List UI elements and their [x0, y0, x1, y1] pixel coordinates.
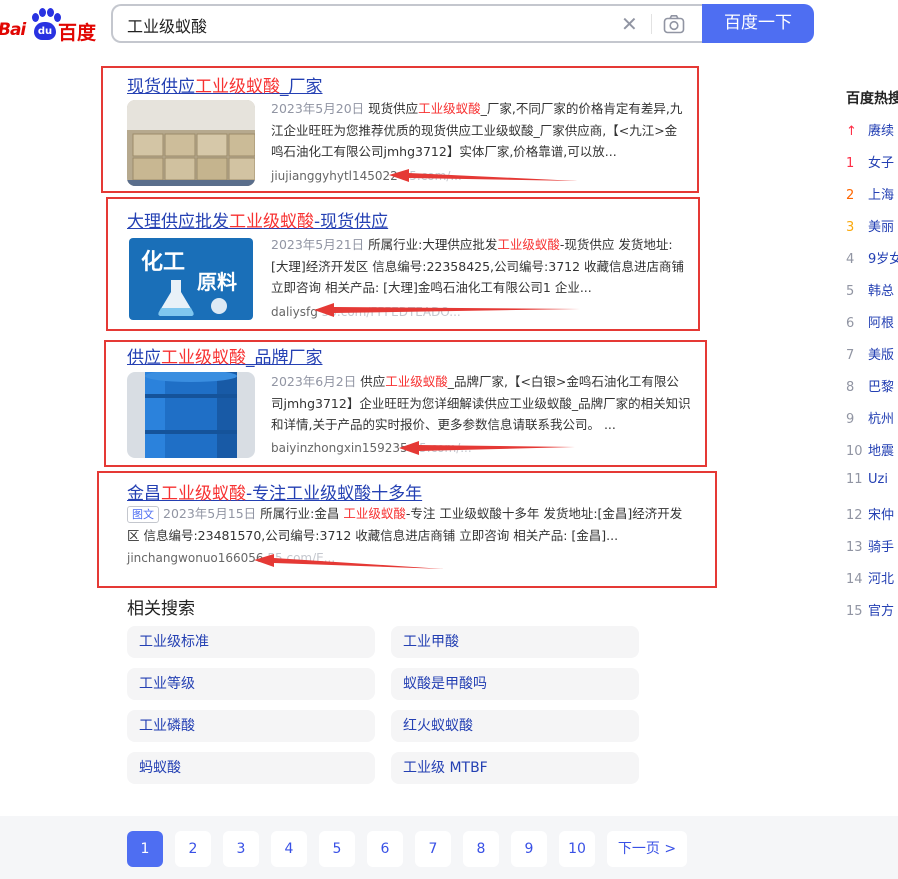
page-button-1[interactable]: 1 [127, 831, 163, 867]
result-thumbnail[interactable]: 化工 原料 [127, 236, 255, 322]
hot-item[interactable]: 14 河北 [846, 568, 894, 587]
hot-item[interactable]: 4 9岁女 [846, 248, 898, 267]
hot-item[interactable]: 1 女子 [846, 152, 894, 171]
result-abstract: 2023年6月2日 供应工业级蚁酸_品牌厂家,【<白银>金鸣石油化工有限公司jm… [271, 374, 691, 432]
related-item[interactable]: 工业甲酸 [391, 626, 639, 658]
related-item[interactable]: 工业级 MTBF [391, 752, 639, 784]
related-item[interactable]: 工业磷酸 [127, 710, 375, 742]
page-button-3[interactable]: 3 [223, 831, 259, 867]
hot-item[interactable]: 3 美丽 [846, 216, 894, 235]
search-button[interactable]: 百度一下 [702, 4, 814, 43]
hot-item[interactable]: ↑ 赓续 [846, 120, 894, 139]
page-button-7[interactable]: 7 [415, 831, 451, 867]
search-box: ✕ [111, 4, 703, 43]
logo-du-text: du [34, 22, 56, 40]
annotation-arrow [399, 441, 575, 455]
page-button-8[interactable]: 8 [463, 831, 499, 867]
baidu-results-page: Bai du 百度 ✕ 百度一下 现货供应工业级蚁酸_厂家 [0, 0, 898, 879]
page-button-10[interactable]: 10 [559, 831, 595, 867]
search-divider [651, 14, 652, 34]
result-title[interactable]: 现货供应工业级蚁酸_厂家 [127, 72, 323, 97]
hot-item[interactable]: 8 巴黎 [846, 376, 894, 395]
next-page-button[interactable]: 下一页 > [607, 831, 687, 867]
result-abstract: 2023年5月20日 现货供应工业级蚁酸_厂家,不同厂家的价格肯定有差异,九江企… [271, 101, 683, 159]
page-button-6[interactable]: 6 [367, 831, 403, 867]
result-abstract: 图文 2023年5月15日 所属行业:金昌 工业级蚁酸-专注 工业级蚁酸十多年 发… [127, 506, 683, 543]
hot-item[interactable]: 7 美版 [846, 344, 894, 363]
clear-icon[interactable]: ✕ [621, 12, 638, 36]
related-searches-title: 相关搜索 [127, 599, 195, 619]
result-title[interactable]: 供应工业级蚁酸_品牌厂家 [127, 343, 323, 368]
hot-item[interactable]: 11 Uzi [846, 472, 888, 487]
hot-item[interactable]: 10 地震 [846, 440, 894, 459]
result-title[interactable]: 大理供应批发工业级蚁酸-现货供应 [127, 207, 388, 232]
page-button-4[interactable]: 4 [271, 831, 307, 867]
related-item[interactable]: 工业级标准 [127, 626, 375, 658]
camera-icon[interactable] [663, 14, 685, 34]
annotation-arrow [254, 554, 444, 569]
logo-baidu-cn-text: 百度 [58, 22, 97, 44]
hot-item[interactable]: 15 官方 [846, 600, 894, 619]
annotation-arrow [314, 303, 580, 317]
hot-item[interactable]: 12 宋仲 [846, 504, 894, 523]
paw-icon: du [30, 8, 61, 42]
search-input[interactable] [127, 14, 607, 36]
result-thumbnail[interactable] [127, 372, 255, 458]
image-text-tag: 图文 [127, 506, 159, 523]
thumb-label-top: 化工 [141, 250, 186, 275]
related-item[interactable]: 红火蚁蚁酸 [391, 710, 639, 742]
thumb-label-bottom: 原料 [197, 270, 237, 294]
baidu-logo[interactable]: Bai du 百度 [0, 6, 100, 44]
page-button-2[interactable]: 2 [175, 831, 211, 867]
hot-item[interactable]: 5 韩总 [846, 280, 894, 299]
related-item[interactable]: 工业等级 [127, 668, 375, 700]
logo-bai-text: Bai [0, 20, 26, 40]
page-button-9[interactable]: 9 [511, 831, 547, 867]
related-item[interactable]: 蚁酸是甲酸吗 [391, 668, 639, 700]
result-title[interactable]: 金昌工业级蚁酸-专注工业级蚁酸十多年 [127, 479, 422, 504]
hot-item[interactable]: 13 骑手 [846, 536, 894, 555]
hot-item[interactable]: 9 杭州 [846, 408, 894, 427]
result-abstract: 2023年5月21日 所属行业:大理供应批发工业级蚁酸-现货供应 发货地址:[大… [271, 237, 685, 295]
related-item[interactable]: 蚂蚁酸 [127, 752, 375, 784]
page-button-5[interactable]: 5 [319, 831, 355, 867]
hot-item[interactable]: 2 上海 [846, 184, 894, 203]
annotation-arrow [389, 169, 578, 182]
result-thumbnail[interactable] [127, 100, 255, 186]
hot-search-title[interactable]: 百度热搜 [846, 88, 898, 108]
hot-item[interactable]: 6 阿根 [846, 312, 894, 331]
